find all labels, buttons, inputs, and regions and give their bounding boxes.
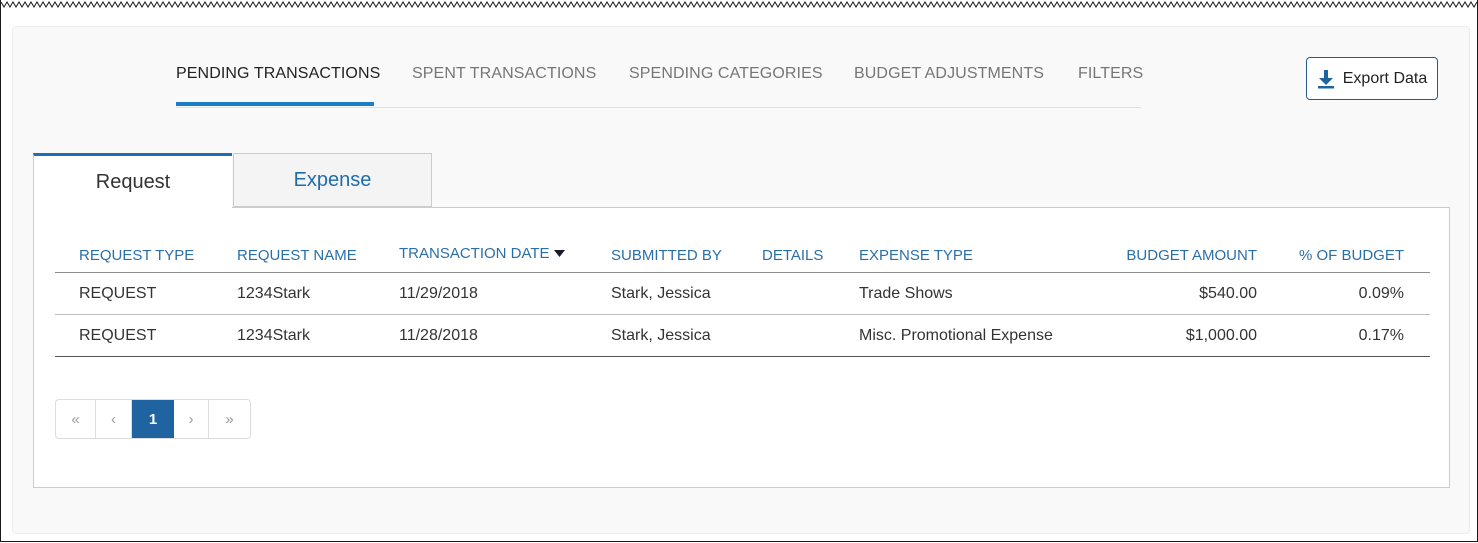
column-header-transaction-date[interactable]: TRANSACTION DATE: [399, 245, 565, 263]
first-page-button[interactable]: «: [56, 400, 96, 438]
table-header-row: REQUEST TYPE REQUEST NAME TRANSACTION DA…: [55, 241, 1430, 273]
download-icon: [1317, 69, 1335, 89]
cell-submitted-by: Stark, Jessica: [611, 285, 711, 302]
tab-filters[interactable]: FILTERS: [1078, 65, 1143, 83]
cell-percent-of-budget: 0.09%: [1358, 285, 1404, 302]
tab-spending-categories[interactable]: SPENDING CATEGORIES: [629, 65, 823, 83]
column-header-details[interactable]: DETAILS: [762, 247, 823, 264]
current-page-button[interactable]: 1: [132, 400, 174, 438]
transaction-date-label: TRANSACTION DATE: [399, 245, 550, 262]
request-content-area: REQUEST TYPE REQUEST NAME TRANSACTION DA…: [33, 207, 1450, 488]
top-navigation: PENDING TRANSACTIONS SPENT TRANSACTIONS …: [176, 57, 1143, 108]
tab-budget-adjustments[interactable]: BUDGET ADJUSTMENTS: [854, 65, 1044, 83]
tab-pending-transactions[interactable]: PENDING TRANSACTIONS: [176, 65, 380, 83]
previous-page-button[interactable]: ‹: [96, 400, 132, 438]
column-header-request-type[interactable]: REQUEST TYPE: [79, 247, 194, 264]
cell-request-name: 1234Stark: [237, 285, 310, 302]
cell-percent-of-budget: 0.17%: [1358, 327, 1404, 344]
column-header-percent-of-budget[interactable]: % OF BUDGET: [1299, 247, 1404, 264]
cell-budget-amount: $1,000.00: [1185, 327, 1257, 344]
transactions-panel: PENDING TRANSACTIONS SPENT TRANSACTIONS …: [12, 26, 1470, 534]
cell-request-type: REQUEST: [79, 327, 157, 344]
window-frame: PENDING TRANSACTIONS SPENT TRANSACTIONS …: [0, 0, 1478, 542]
cell-transaction-date: 11/29/2018: [399, 285, 478, 302]
cell-expense-type: Trade Shows: [859, 285, 953, 302]
column-header-expense-type[interactable]: EXPENSE TYPE: [859, 247, 973, 264]
column-header-budget-amount[interactable]: BUDGET AMOUNT: [1126, 247, 1257, 264]
cell-request-name: 1234Stark: [237, 327, 310, 344]
cell-submitted-by: Stark, Jessica: [611, 327, 711, 344]
tab-spent-transactions[interactable]: SPENT TRANSACTIONS: [412, 65, 596, 83]
last-page-button[interactable]: »: [209, 400, 250, 438]
next-page-button[interactable]: ›: [174, 400, 209, 438]
cell-transaction-date: 11/28/2018: [399, 327, 478, 344]
torn-edge-decoration: [1, 1, 1478, 8]
cell-request-type: REQUEST: [79, 285, 157, 302]
export-data-button[interactable]: Export Data: [1306, 57, 1438, 100]
subtab-expense[interactable]: Expense: [233, 153, 432, 207]
column-header-request-name[interactable]: REQUEST NAME: [237, 247, 357, 264]
export-data-label: Export Data: [1342, 69, 1428, 87]
active-tab-indicator: [176, 102, 374, 106]
pending-transactions-table: REQUEST TYPE REQUEST NAME TRANSACTION DA…: [55, 241, 1430, 357]
subtab-request[interactable]: Request: [33, 153, 232, 209]
cell-expense-type: Misc. Promotional Expense: [859, 327, 1053, 344]
table-row: REQUEST 1234Stark 11/29/2018 Stark, Jess…: [55, 273, 1430, 315]
caret-down-icon: [553, 244, 565, 261]
cell-budget-amount: $540.00: [1199, 285, 1257, 302]
pagination: « ‹ 1 › »: [55, 399, 251, 439]
column-header-submitted-by[interactable]: SUBMITTED BY: [611, 247, 722, 264]
table-row: REQUEST 1234Stark 11/28/2018 Stark, Jess…: [55, 315, 1430, 357]
